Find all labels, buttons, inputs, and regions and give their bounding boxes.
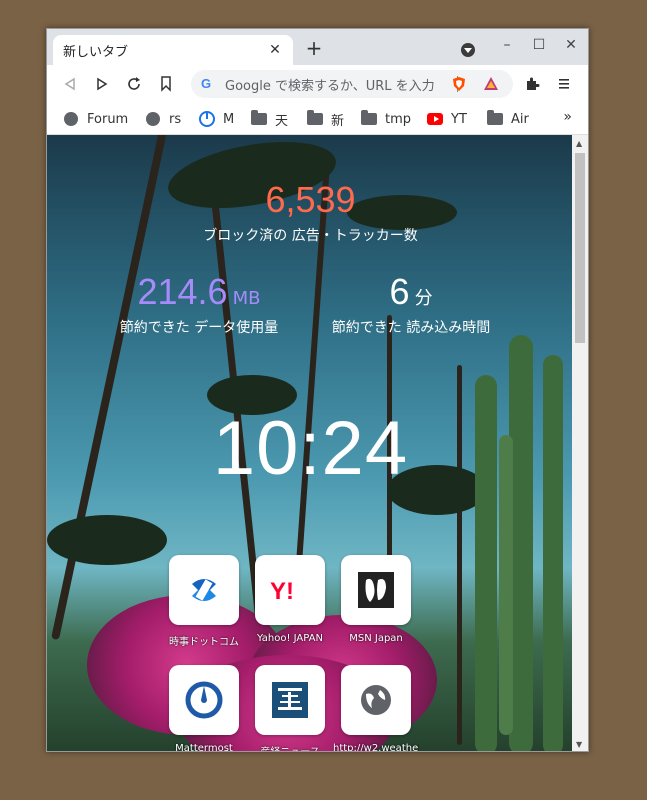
bookmark-label: Air [511,111,529,127]
brave-shield-icon[interactable] [451,76,467,92]
blocked-label: ブロック済の 広告・トラッカー数 [203,228,418,244]
top-site-yahoo[interactable]: Y! Yahoo! JAPAN [255,555,325,644]
top-site-label: Mattermost [175,743,233,752]
address-placeholder: Google で検索するか、URL を入力 [225,78,435,94]
bookmark-label: 新 [331,113,345,129]
globe-icon [64,112,78,126]
data-saved-unit: MB [232,288,261,309]
extensions-button[interactable] [521,73,543,95]
browser-window: 新しいタブ ✕ + – ☐ ✕ G Google で検索するか、URL を入力 [46,28,589,752]
bookmark-item-shin[interactable]: 新 [307,109,344,129]
bookmark-label: 天 [275,113,289,129]
back-button[interactable] [59,73,81,95]
forward-icon [97,77,108,91]
top-site-msn[interactable]: MSN Japan [341,555,411,644]
back-icon [64,77,75,91]
bookmarks-bar: Forum rs M 天 新 tmp YT Air » [47,103,588,135]
menu-button[interactable] [553,73,575,95]
bookmark-label: Forum [87,111,129,127]
globe-icon [361,685,391,715]
globe-icon [146,112,160,126]
time-saved-value: 6 [389,271,410,312]
puzzle-icon [527,77,540,90]
bookmark-item-air[interactable]: Air [487,109,529,129]
forward-button[interactable] [91,73,113,95]
data-saved-stat: 214.6 MB 節約できた データ使用量 [99,271,299,337]
data-saved-label: 節約できた データ使用量 [119,320,279,336]
folder-icon [251,110,267,125]
toolbar: G Google で検索するか、URL を入力 [47,65,588,103]
bookmark-item-forum[interactable]: Forum [63,109,128,129]
top-site-mattermost[interactable]: Mattermost [169,665,239,751]
time-saved-stat: 6 分 節約できた 読み込み時間 [311,271,511,337]
tab-strip: 新しいタブ ✕ + – ☐ ✕ [47,29,588,65]
msn-icon [358,572,394,608]
reload-button[interactable] [123,73,145,95]
hamburger-icon [559,79,569,89]
top-site-sankei[interactable]: 産経ニュース [255,665,325,751]
time-saved-unit: 分 [414,288,433,309]
top-site-label: 産経ニュース [247,743,333,751]
folder-icon [307,110,323,125]
clock: 10:24 [212,406,409,491]
bookmark-label: rs [169,111,182,127]
tab-title: 新しいタブ [63,44,129,60]
scroll-up-arrow-icon[interactable]: ▲ [576,139,582,148]
reload-icon [128,77,140,90]
bookmark-item-yt[interactable]: YT [427,109,467,129]
tab-search-dropdown-icon[interactable] [461,43,475,57]
top-site-label: 時事ドットコム [169,637,239,648]
top-site-label: Yahoo! JAPAN [257,633,323,644]
folder-icon [361,110,377,125]
google-icon: G [201,76,212,91]
new-tab-page: 6,539 ブロック済の 広告・トラッカー数 214.6 MB 節約できた デー… [47,135,574,751]
address-bar[interactable]: G Google で検索するか、URL を入力 [191,70,513,98]
top-site-label: MSN Japan [349,633,403,644]
bookmark-icon [161,76,171,92]
data-saved-value: 214.6 [137,271,228,312]
blocked-stat: 6,539 ブロック済の 広告・トラッカー数 [47,179,574,245]
folder-icon [487,110,503,125]
close-window-button[interactable]: ✕ [561,37,581,53]
bookmark-label: M [223,111,235,127]
mattermost-icon [185,681,223,719]
jiji-icon [192,579,216,601]
new-tab-button[interactable]: + [303,38,325,60]
sankei-icon [272,682,308,718]
tab-close-icon[interactable]: ✕ [267,42,283,58]
top-site-weather[interactable]: http://w2.weather... [333,665,419,751]
bookmarks-overflow-button[interactable]: » [563,109,572,125]
youtube-icon [427,113,443,125]
brave-rewards-icon[interactable] [483,76,499,92]
bookmark-label: YT [451,111,467,127]
yahoo-icon: Y! [270,578,294,605]
tab-new-tab[interactable]: 新しいタブ ✕ [53,35,293,65]
maximize-button[interactable]: ☐ [529,37,549,53]
scroll-down-arrow-icon[interactable]: ▼ [576,740,582,749]
svg-text:Y!: Y! [270,578,294,605]
page-scrollbar[interactable]: ▲ ▼ [572,135,588,751]
top-site-jiji[interactable]: 時事ドットコム [169,555,239,648]
bookmark-item-ten[interactable]: 天 [251,109,288,129]
bookmark-item-tmp[interactable]: tmp [361,109,411,129]
time-saved-label: 節約できた 読み込み時間 [331,320,491,336]
blocked-count: 6,539 [265,179,356,220]
bookmark-label: tmp [385,111,412,127]
bookmark-button[interactable] [155,73,177,95]
mattermost-icon [199,111,215,127]
bookmark-item-m[interactable]: M [199,109,234,129]
top-site-label: http://w2.weather... [333,743,419,752]
minimize-button[interactable]: – [497,37,517,53]
scroll-thumb[interactable] [575,153,585,343]
bookmark-item-rs[interactable]: rs [145,109,181,129]
